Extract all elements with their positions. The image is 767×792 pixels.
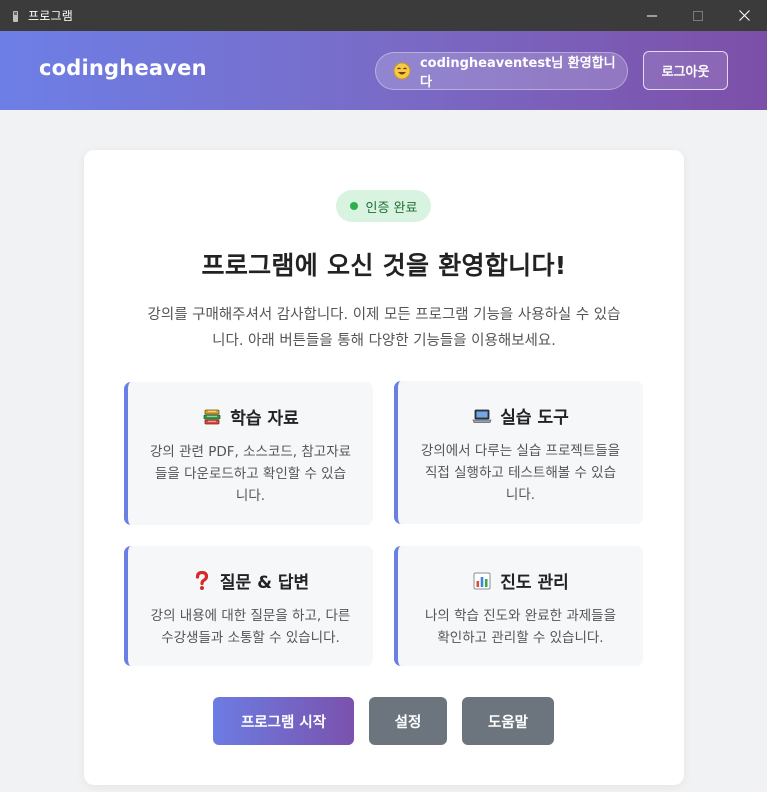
close-icon bbox=[738, 10, 750, 21]
desc-line: 수강생들과 소통할 수 있습니다. bbox=[161, 630, 340, 646]
desc-line: 강의에서 다루는 실습 프로젝트들을 bbox=[420, 443, 621, 459]
books-icon bbox=[202, 407, 222, 427]
feature-title: 질문 & 답변 bbox=[219, 573, 310, 593]
desc-line: 강의 내용에 대한 질문을 하고, 다른 bbox=[150, 608, 351, 624]
logout-button[interactable]: 로그아웃 bbox=[643, 51, 728, 90]
help-button[interactable]: 도움말 bbox=[462, 697, 554, 745]
window-title: 프로그램 bbox=[28, 9, 73, 23]
window-titlebar: 프로그램 bbox=[0, 0, 767, 31]
bar-chart-icon bbox=[472, 571, 492, 591]
status-dot-icon bbox=[349, 202, 358, 210]
start-program-button[interactable]: 프로그램 시작 bbox=[213, 697, 354, 745]
welcome-card: 인증 완료 프로그램에 오신 것을 환영합니다! 강의를 구매해주셔서 감사합니… bbox=[84, 150, 684, 785]
app-icon bbox=[10, 9, 22, 23]
brand-logo: codingheaven bbox=[39, 56, 207, 80]
question-mark-icon bbox=[192, 570, 212, 591]
minimize-button[interactable] bbox=[629, 0, 675, 31]
feature-title: 진도 관리 bbox=[500, 573, 569, 593]
feature-description: 나의 학습 진도와 완료한 과제들을 확인하고 관리할 수 있습니다. bbox=[411, 605, 631, 649]
app-header: codingheaven codingheaventest님 환영합니다 로그아… bbox=[0, 31, 767, 110]
laptop-icon bbox=[472, 406, 492, 426]
intro-text: 강의를 구매해주셔서 감사합니다. 이제 모든 프로그램 기능을 사용하실 수 … bbox=[124, 302, 644, 354]
desc-line: 니다. bbox=[505, 487, 536, 503]
feature-card-qna[interactable]: 질문 & 답변 강의 내용에 대한 질문을 하고, 다른 수강생들과 소통할 수… bbox=[124, 546, 373, 666]
page-title: 프로그램에 오신 것을 환영합니다! bbox=[201, 251, 567, 280]
feature-description: 강의에서 다루는 실습 프로젝트들을 직접 실행하고 테스트해볼 수 있습 니다… bbox=[411, 440, 631, 506]
minimize-icon bbox=[647, 15, 657, 16]
feature-title: 실습 도구 bbox=[500, 408, 569, 428]
desc-line: 나의 학습 진도와 완료한 과제들을 bbox=[424, 608, 617, 624]
intro-line: 강의를 구매해주셔서 감사합니다. 이제 모든 프로그램 기능을 사용하실 수 … bbox=[147, 307, 621, 323]
feature-title: 학습 자료 bbox=[230, 409, 299, 429]
maximize-button[interactable] bbox=[675, 0, 721, 31]
feature-card-learning-materials[interactable]: 학습 자료 강의 관련 PDF, 소스코드, 참고자료 들을 다운로드하고 확인… bbox=[124, 382, 373, 525]
feature-description: 강의 관련 PDF, 소스코드, 참고자료 들을 다운로드하고 확인할 수 있습… bbox=[141, 441, 361, 507]
desc-line: 강의 관련 PDF, 소스코드, 참고자료 bbox=[149, 444, 352, 460]
feature-card-practice-tools[interactable]: 실습 도구 강의에서 다루는 실습 프로젝트들을 직접 실행하고 테스트해볼 수… bbox=[394, 381, 643, 524]
desc-line: 확인하고 관리할 수 있습니다. bbox=[437, 630, 604, 646]
smiley-icon bbox=[392, 61, 412, 81]
desc-line: 니다. bbox=[235, 488, 266, 504]
desc-line: 들을 다운로드하고 확인할 수 있습 bbox=[154, 466, 347, 482]
intro-line: 니다. 아래 버튼들을 통해 다양한 기능들을 이용해보세요. bbox=[212, 333, 556, 349]
settings-button[interactable]: 설정 bbox=[369, 697, 447, 745]
auth-status-badge: 인증 완료 bbox=[336, 190, 431, 222]
welcome-text: codingheaventest님 환영합니다 bbox=[419, 56, 616, 90]
maximize-icon bbox=[693, 10, 703, 21]
feature-card-progress[interactable]: 진도 관리 나의 학습 진도와 완료한 과제들을 확인하고 관리할 수 있습니다… bbox=[394, 546, 643, 666]
window-controls bbox=[629, 0, 767, 31]
auth-status-label: 인증 완료 bbox=[365, 200, 418, 216]
close-button[interactable] bbox=[721, 0, 767, 31]
feature-description: 강의 내용에 대한 질문을 하고, 다른 수강생들과 소통할 수 있습니다. bbox=[141, 605, 361, 649]
desc-line: 직접 실행하고 테스트해볼 수 있습 bbox=[424, 465, 617, 481]
welcome-badge: codingheaventest님 환영합니다 bbox=[375, 52, 628, 90]
